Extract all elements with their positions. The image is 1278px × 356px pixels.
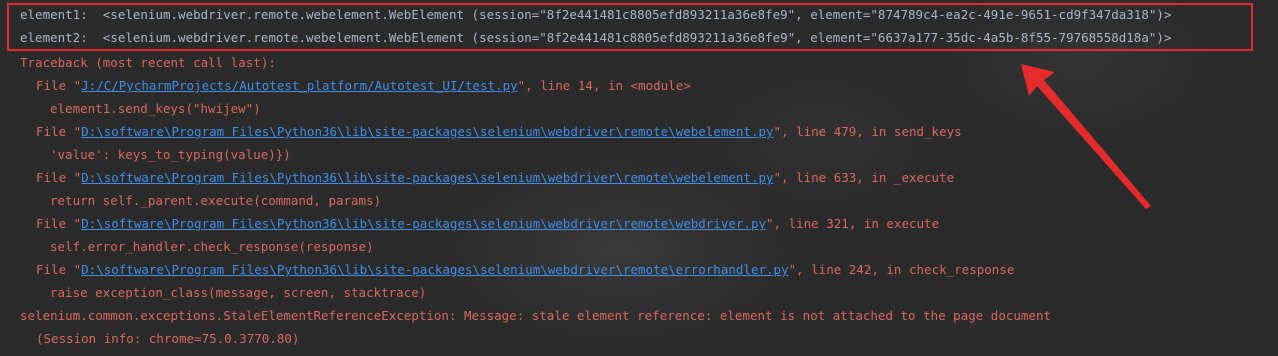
frame-suffix: ", line 14, in <module> [517,78,691,93]
traceback-code-line: element1.send_keys("hwijew") [50,101,261,116]
annotation-arrow-icon [1021,64,1151,209]
file-path-link[interactable]: D:\software\Program Files\Python36\lib\s… [81,124,773,139]
frame-suffix: ", line 633, in _execute [773,170,955,185]
traceback-frame-line: File "D:\software\Program Files\Python36… [0,120,962,143]
traceback-header: Traceback (most recent call last): [20,55,276,70]
traceback-code-line: self.error_handler.check_response(respon… [50,239,374,254]
traceback-code-line: return self._parent.execute(command, par… [50,193,382,208]
traceback-frame-line: File "D:\software\Program Files\Python36… [0,166,954,189]
frame-suffix: ", line 321, in execute [766,216,940,231]
traceback-code-line: 'value': keys_to_typing(value)}) [50,147,291,162]
frame-suffix: ", line 479, in send_keys [773,124,962,139]
frame-prefix: File " [36,124,82,139]
file-path-link[interactable]: D:\software\Program Files\Python36\lib\s… [81,216,766,231]
traceback-frame-line: File "D:\software\Program Files\Python36… [0,258,1014,281]
traceback-frame-line: File "D:\software\Program Files\Python36… [0,212,939,235]
frame-prefix: File " [36,216,82,231]
file-path-link[interactable]: D:\software\Program Files\Python36\lib\s… [81,170,773,185]
session-info: (Session info: chrome=75.0.3770.80) [36,331,300,346]
frame-prefix: File " [36,262,82,277]
element2-output-line: element2: <selenium.webdriver.remote.web… [20,30,1172,45]
traceback-code-line: raise exception_class(message, screen, s… [50,285,427,300]
traceback-frame-line: File "J:/C/PycharmProjects/Autotest_plat… [0,74,691,97]
frame-prefix: File " [36,78,82,93]
run-console-output: element1: <selenium.webdriver.remote.web… [0,0,1278,356]
element1-output-line: element1: <selenium.webdriver.remote.web… [20,7,1172,22]
exception-message: selenium.common.exceptions.StaleElementR… [20,308,1052,323]
file-path-link[interactable]: D:\software\Program Files\Python36\lib\s… [81,262,788,277]
file-path-link[interactable]: J:/C/PycharmProjects/Autotest_platform/A… [81,78,518,93]
frame-prefix: File " [36,170,82,185]
frame-suffix: ", line 242, in check_response [788,262,1015,277]
